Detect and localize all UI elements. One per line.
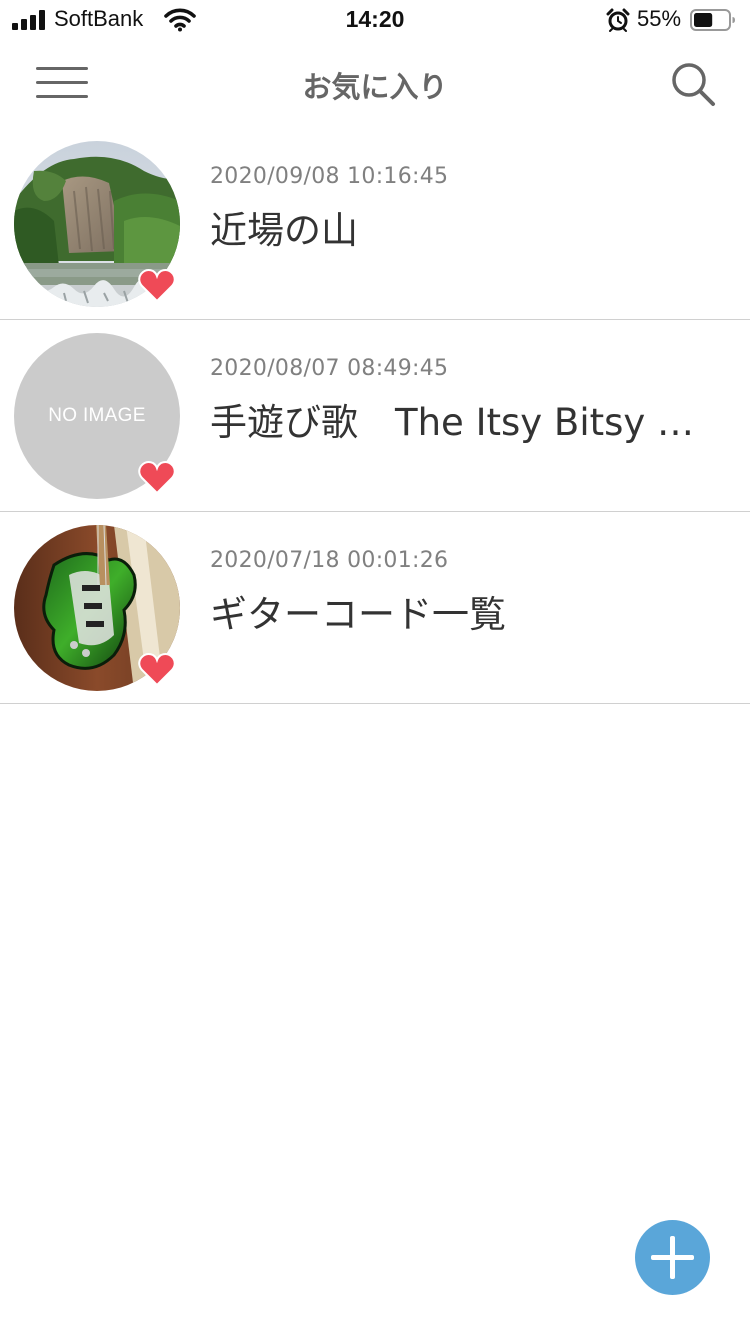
- battery-percentage: 55%: [637, 6, 682, 31]
- list-item[interactable]: 2020/07/18 00:01:26 ギターコード一覧: [0, 512, 750, 704]
- thumbnail: NO IMAGE: [14, 333, 180, 499]
- list-item[interactable]: NO IMAGE 2020/08/07 08:49:45 手遊び歌 The It…: [0, 320, 750, 512]
- heart-icon[interactable]: [138, 651, 176, 687]
- item-title: 手遊び歌 The Itsy Bitsy Spider: [210, 401, 710, 444]
- item-title: 近場の山: [210, 209, 358, 252]
- battery-icon: [690, 9, 735, 31]
- favorites-list: 2020/09/08 10:16:45 近場の山 NO IMAGE 2020/0…: [0, 128, 750, 704]
- app-header: お気に入り: [0, 40, 750, 126]
- search-icon: [672, 63, 715, 106]
- heart-icon[interactable]: [138, 267, 176, 303]
- thumbnail: [14, 525, 180, 691]
- search-button[interactable]: [664, 56, 722, 114]
- list-item[interactable]: 2020/09/08 10:16:45 近場の山: [0, 128, 750, 320]
- status-bar: SoftBank 14:20 55%: [0, 0, 750, 40]
- item-date: 2020/09/08 10:16:45: [210, 164, 449, 189]
- thumbnail: [14, 141, 180, 307]
- item-title: ギターコード一覧: [210, 593, 506, 636]
- heart-icon[interactable]: [138, 459, 176, 495]
- alarm-icon: [606, 8, 630, 32]
- add-button[interactable]: [635, 1220, 710, 1295]
- item-date: 2020/07/18 00:01:26: [210, 548, 449, 573]
- page-title: お気に入り: [302, 70, 448, 104]
- item-date: 2020/08/07 08:49:45: [210, 356, 449, 381]
